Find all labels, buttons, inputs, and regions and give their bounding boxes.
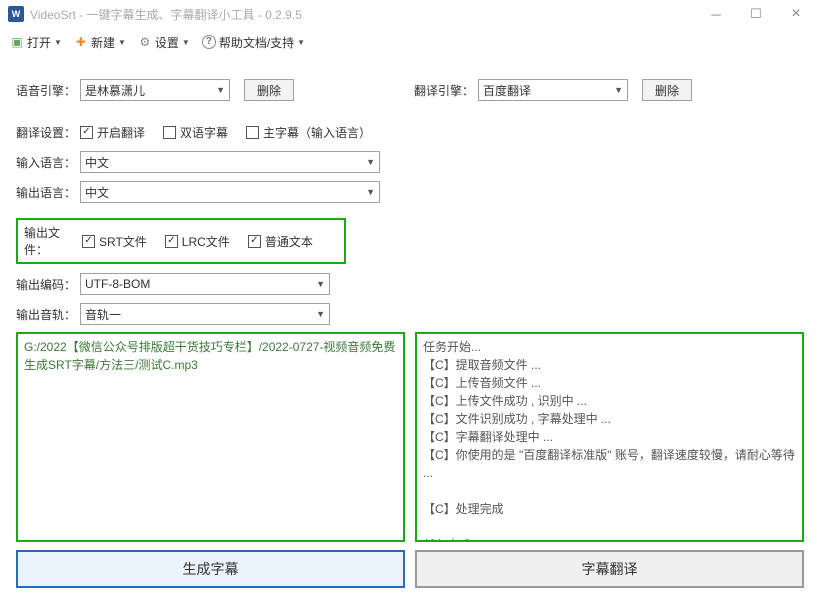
output-lang-label: 输出语言： bbox=[16, 184, 80, 201]
chevron-down-icon: ▼ bbox=[366, 157, 375, 167]
output-lang-value: 中文 bbox=[85, 184, 109, 201]
new-label: 新建 bbox=[91, 34, 115, 51]
checkbox-icon bbox=[246, 126, 259, 139]
new-icon: ✚ bbox=[74, 35, 88, 49]
log-line: 【C】文件识别成功 , 字幕处理中 ... bbox=[423, 410, 796, 428]
chevron-down-icon: ▼ bbox=[54, 38, 62, 47]
enable-translate-checkbox[interactable]: 开启翻译 bbox=[80, 124, 145, 141]
log-line bbox=[423, 482, 796, 500]
input-lang-label: 输入语言： bbox=[16, 154, 80, 171]
trans-engine-select[interactable]: 百度翻译 ▼ bbox=[478, 79, 628, 101]
encoding-label: 输出编码： bbox=[16, 276, 80, 293]
panes: G:/2022【微信公众号排版超干货技巧专栏】/2022-0727-视频音频免费… bbox=[16, 332, 804, 542]
close-button[interactable]: × bbox=[776, 0, 816, 28]
log-line: 【C】你使用的是 "百度翻译标准版" 账号，翻译速度较慢，请耐心等待 ... bbox=[423, 446, 796, 482]
speech-engine-select[interactable]: 是林慕潇儿 ▼ bbox=[80, 79, 230, 101]
generate-subtitle-button[interactable]: 生成字幕 bbox=[16, 550, 405, 588]
output-file-row: 输出文件： SRT文件 LRC文件 普通文本 bbox=[16, 218, 346, 264]
settings-menu[interactable]: ⚙ 设置 ▼ bbox=[134, 32, 194, 53]
speech-engine-value: 是林慕潇儿 bbox=[85, 82, 145, 99]
encoding-value: UTF-8-BOM bbox=[85, 277, 150, 291]
output-lang-select[interactable]: 中文 ▼ bbox=[80, 181, 380, 203]
chevron-down-icon: ▼ bbox=[216, 85, 225, 95]
maximize-button[interactable]: ☐ bbox=[736, 0, 776, 28]
action-buttons: 生成字幕 字幕翻译 bbox=[16, 550, 804, 588]
toolbar: ▣ 打开 ▼ ✚ 新建 ▼ ⚙ 设置 ▼ ? 帮助文档/支持 ▼ bbox=[0, 28, 820, 56]
output-file-label: 输出文件： bbox=[24, 224, 82, 258]
track-value: 音轨一 bbox=[85, 306, 121, 323]
speech-engine-label: 语音引擎： bbox=[16, 82, 80, 99]
input-lang-row: 输入语言： 中文 ▼ bbox=[16, 150, 804, 174]
engine-row: 语音引擎： 是林慕潇儿 ▼ 删除 翻译引擎： 百度翻译 ▼ 删除 bbox=[16, 78, 804, 102]
help-icon: ? bbox=[202, 35, 216, 49]
translate-settings-row: 翻译设置： 开启翻译 双语字幕 主字幕（输入语言） bbox=[16, 120, 804, 144]
new-menu[interactable]: ✚ 新建 ▼ bbox=[70, 32, 130, 53]
track-row: 输出音轨： 音轨一 ▼ bbox=[16, 302, 804, 326]
log-line: 任务完成! bbox=[423, 536, 796, 542]
gear-icon: ⚙ bbox=[138, 35, 152, 49]
input-lang-select[interactable]: 中文 ▼ bbox=[80, 151, 380, 173]
log-line: 【C】处理完成 bbox=[423, 500, 796, 518]
encoding-row: 输出编码： UTF-8-BOM ▼ bbox=[16, 272, 804, 296]
log-line: 【C】字幕翻译处理中 ... bbox=[423, 428, 796, 446]
content-area: 语音引擎： 是林慕潇儿 ▼ 删除 翻译引擎： 百度翻译 ▼ 删除 翻译设置： 开… bbox=[0, 56, 820, 596]
input-file-path: G:/2022【微信公众号排版超干货技巧专栏】/2022-0727-视频音频免费… bbox=[24, 338, 397, 374]
delete-trans-engine-button[interactable]: 删除 bbox=[642, 79, 692, 101]
delete-speech-engine-button[interactable]: 删除 bbox=[244, 79, 294, 101]
srt-checkbox[interactable]: SRT文件 bbox=[82, 233, 147, 250]
trans-engine-value: 百度翻译 bbox=[483, 82, 531, 99]
translate-subtitle-button[interactable]: 字幕翻译 bbox=[415, 550, 804, 588]
window-title: VideoSrt - 一键字幕生成、字幕翻译小工具 - 0.2.9.5 bbox=[30, 6, 696, 23]
help-label: 帮助文档/支持 bbox=[219, 34, 294, 51]
input-file-pane[interactable]: G:/2022【微信公众号排版超干货技巧专栏】/2022-0727-视频音频免费… bbox=[16, 332, 405, 542]
chevron-down-icon: ▼ bbox=[118, 38, 126, 47]
log-line: 【C】提取音频文件 ... bbox=[423, 356, 796, 374]
titlebar: W VideoSrt - 一键字幕生成、字幕翻译小工具 - 0.2.9.5 ─ … bbox=[0, 0, 820, 28]
checkbox-icon bbox=[82, 235, 95, 248]
app-icon: W bbox=[8, 6, 24, 22]
checkbox-icon bbox=[80, 126, 93, 139]
chevron-down-icon: ▼ bbox=[316, 309, 325, 319]
track-label: 输出音轨： bbox=[16, 306, 80, 323]
trans-engine-label: 翻译引擎： bbox=[414, 82, 478, 99]
bilingual-checkbox[interactable]: 双语字幕 bbox=[163, 124, 228, 141]
main-subtitle-checkbox[interactable]: 主字幕（输入语言） bbox=[246, 124, 371, 141]
log-line: 【C】上传文件成功 , 识别中 ... bbox=[423, 392, 796, 410]
chevron-down-icon: ▼ bbox=[316, 279, 325, 289]
encoding-select[interactable]: UTF-8-BOM ▼ bbox=[80, 273, 330, 295]
checkbox-icon bbox=[163, 126, 176, 139]
folder-icon: ▣ bbox=[10, 35, 24, 49]
output-lang-row: 输出语言： 中文 ▼ bbox=[16, 180, 804, 204]
translate-settings-label: 翻译设置： bbox=[16, 124, 80, 141]
log-line bbox=[423, 518, 796, 536]
chevron-down-icon: ▼ bbox=[297, 38, 305, 47]
settings-label: 设置 bbox=[155, 34, 179, 51]
minimize-button[interactable]: ─ bbox=[696, 0, 736, 28]
lrc-checkbox[interactable]: LRC文件 bbox=[165, 233, 230, 250]
track-select[interactable]: 音轨一 ▼ bbox=[80, 303, 330, 325]
log-line: 任务开始... bbox=[423, 338, 796, 356]
open-menu[interactable]: ▣ 打开 ▼ bbox=[6, 32, 66, 53]
chevron-down-icon: ▼ bbox=[366, 187, 375, 197]
log-line: 【C】上传音频文件 ... bbox=[423, 374, 796, 392]
plain-checkbox[interactable]: 普通文本 bbox=[248, 233, 313, 250]
checkbox-icon bbox=[248, 235, 261, 248]
open-label: 打开 bbox=[27, 34, 51, 51]
log-pane[interactable]: 任务开始...【C】提取音频文件 ...【C】上传音频文件 ...【C】上传文件… bbox=[415, 332, 804, 542]
checkbox-icon bbox=[165, 235, 178, 248]
chevron-down-icon: ▼ bbox=[614, 85, 623, 95]
chevron-down-icon: ▼ bbox=[182, 38, 190, 47]
input-lang-value: 中文 bbox=[85, 154, 109, 171]
help-menu[interactable]: ? 帮助文档/支持 ▼ bbox=[198, 32, 309, 53]
